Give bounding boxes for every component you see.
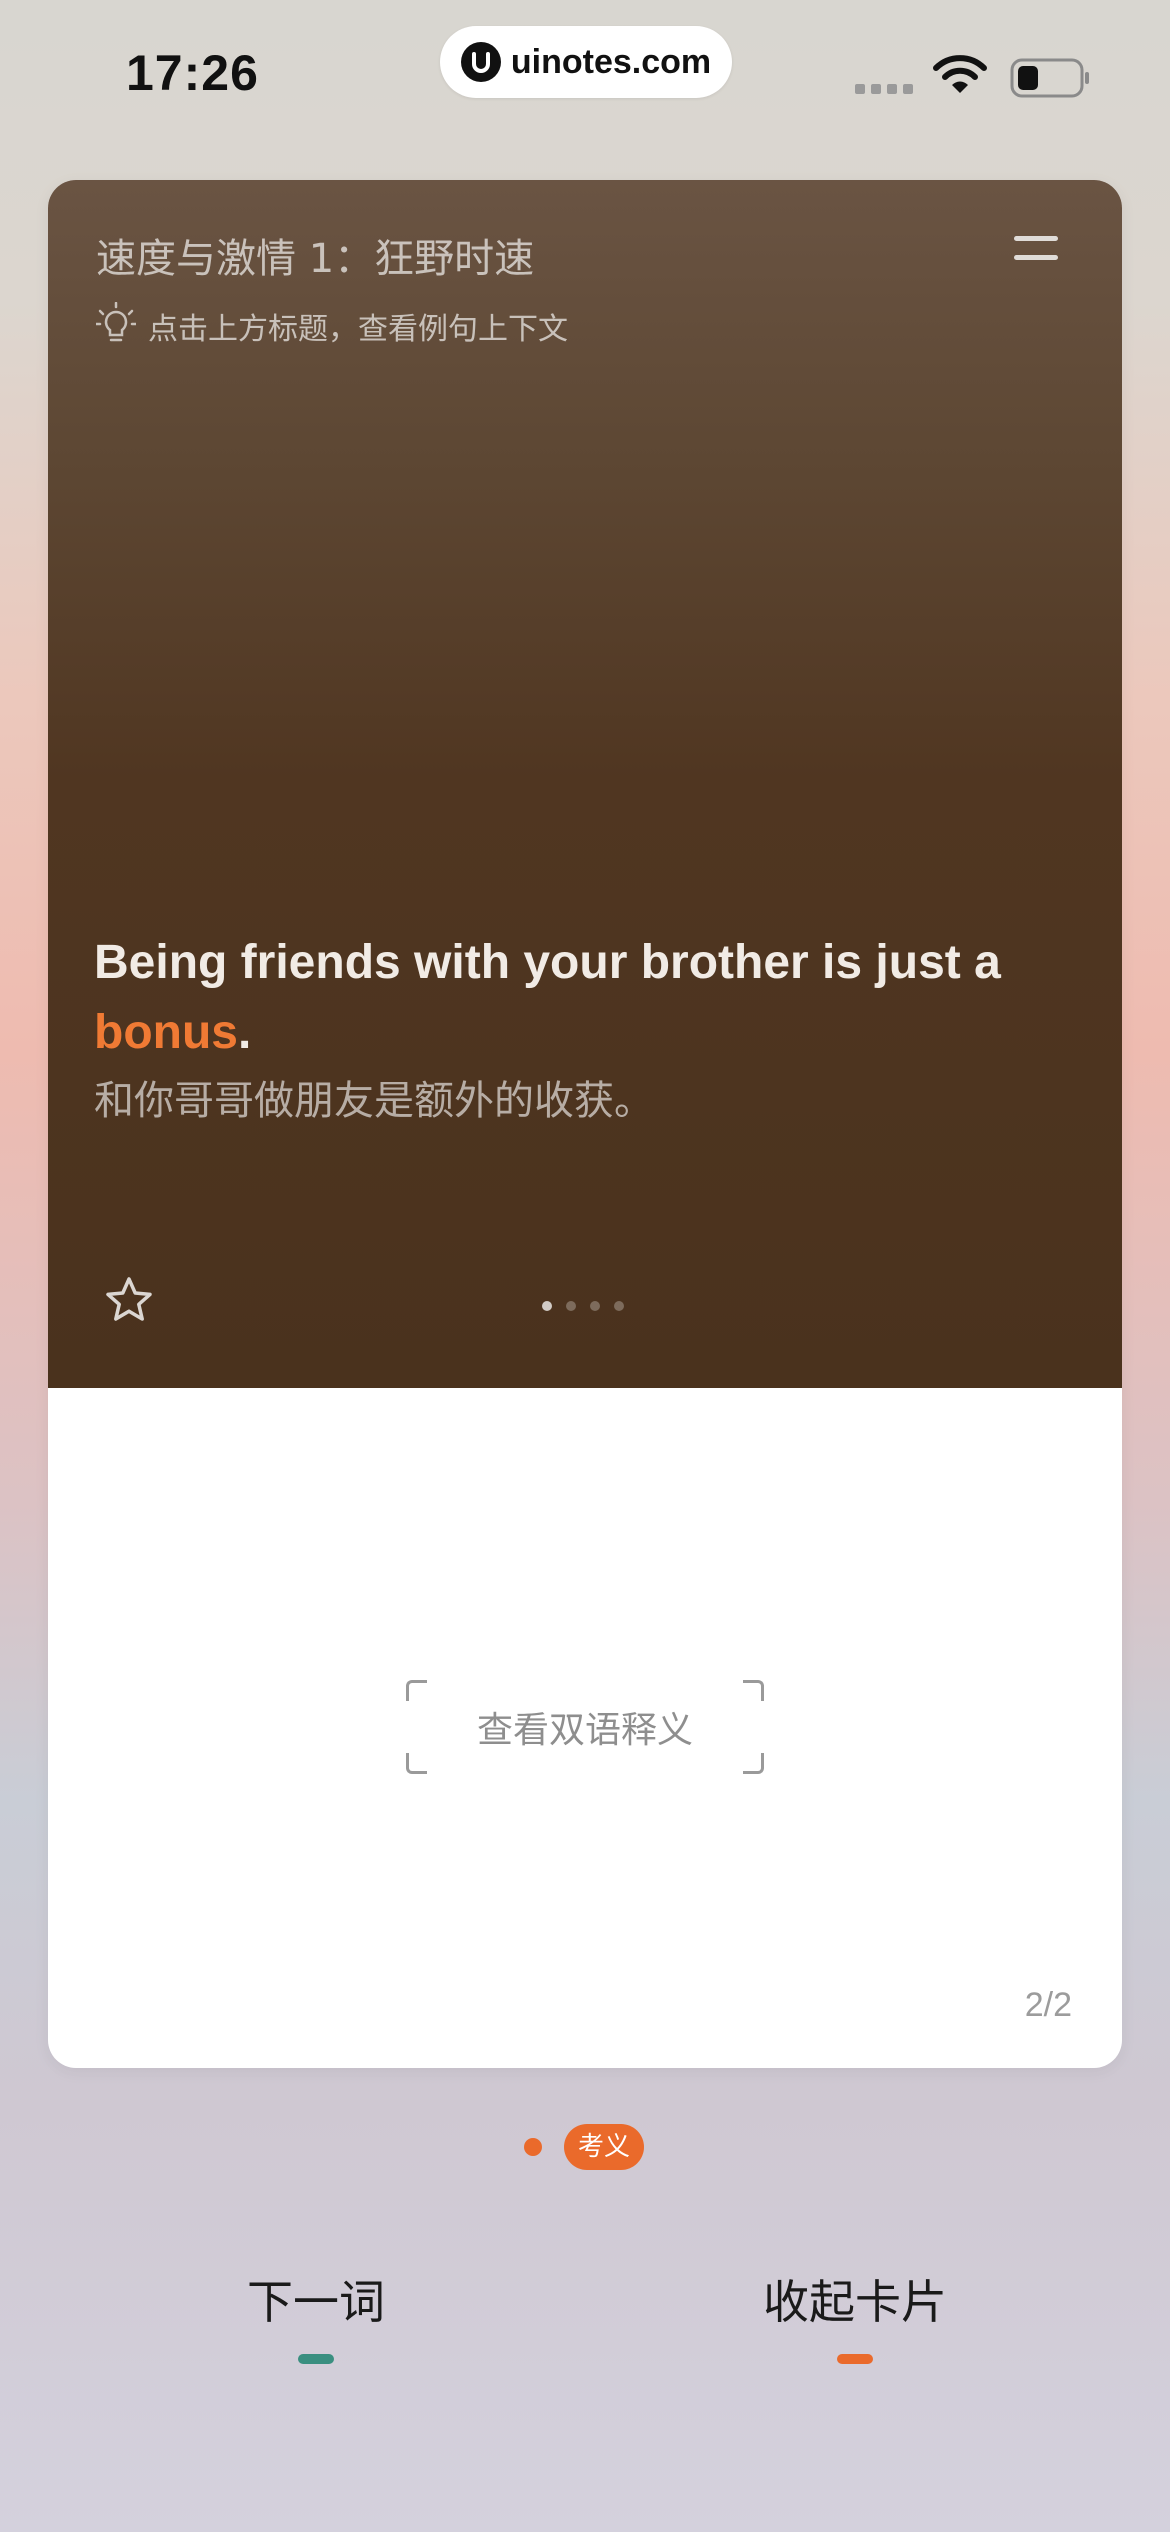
next-word-indicator	[298, 2354, 334, 2364]
example-sentence-panel[interactable]: 速度与激情 1：狂野时速 点击上方标题，查看例句上下文 Being friend…	[48, 180, 1122, 1388]
word-card: 速度与激情 1：狂野时速 点击上方标题，查看例句上下文 Being friend…	[48, 180, 1122, 2068]
next-word-button[interactable]: 下一词	[216, 2266, 416, 2364]
battery-icon	[1010, 58, 1092, 102]
pagination-dot	[542, 1301, 552, 1311]
watermark-logo-icon	[460, 42, 501, 82]
context-tip: 点击上方标题，查看例句上下文	[94, 301, 568, 350]
pagination-dot	[566, 1301, 576, 1311]
view-bilingual-definition-label: 查看双语释义	[476, 1710, 693, 1751]
movie-title[interactable]: 速度与激情 1：狂野时速	[96, 226, 534, 284]
pagination-dots	[542, 1301, 624, 1311]
pagination-dot	[614, 1301, 624, 1311]
menu-icon[interactable]	[1014, 236, 1058, 274]
pagination-dot	[590, 1301, 600, 1311]
collapse-card-indicator	[837, 2354, 873, 2364]
example-sentence-english: Being friends with your brother is just …	[94, 928, 1094, 1068]
next-word-label: 下一词	[247, 2275, 385, 2329]
watermark-badge: uinotes.com	[440, 26, 732, 98]
keyword: bonus	[94, 1006, 238, 1059]
view-bilingual-definition-button[interactable]: 查看双语释义	[406, 1680, 764, 1774]
signal-icon	[855, 84, 913, 94]
wifi-icon	[932, 54, 988, 100]
exam-meaning-badge[interactable]: 考义	[564, 2124, 645, 2170]
status-bar: 17:26 uinotes.com	[0, 0, 1170, 150]
sentence-before: Being friends with your brother is just …	[94, 936, 1001, 989]
sentence-after: .	[237, 1006, 252, 1059]
collapse-card-label: 收起卡片	[763, 2275, 947, 2329]
meaning-tabs: 考义	[524, 2124, 645, 2170]
star-icon[interactable]	[104, 1276, 154, 1328]
meaning-dot[interactable]	[524, 2138, 542, 2156]
page-indicator: 2/2	[1024, 1986, 1072, 2024]
tip-text: 点击上方标题，查看例句上下文	[148, 312, 568, 347]
status-time: 17:26	[126, 45, 259, 101]
watermark-text: uinotes.com	[510, 42, 712, 81]
example-sentence-translation: 和你哥哥做朋友是额外的收获。	[94, 1078, 654, 1124]
lightbulb-icon	[94, 301, 138, 350]
collapse-card-button[interactable]: 收起卡片	[730, 2266, 980, 2364]
